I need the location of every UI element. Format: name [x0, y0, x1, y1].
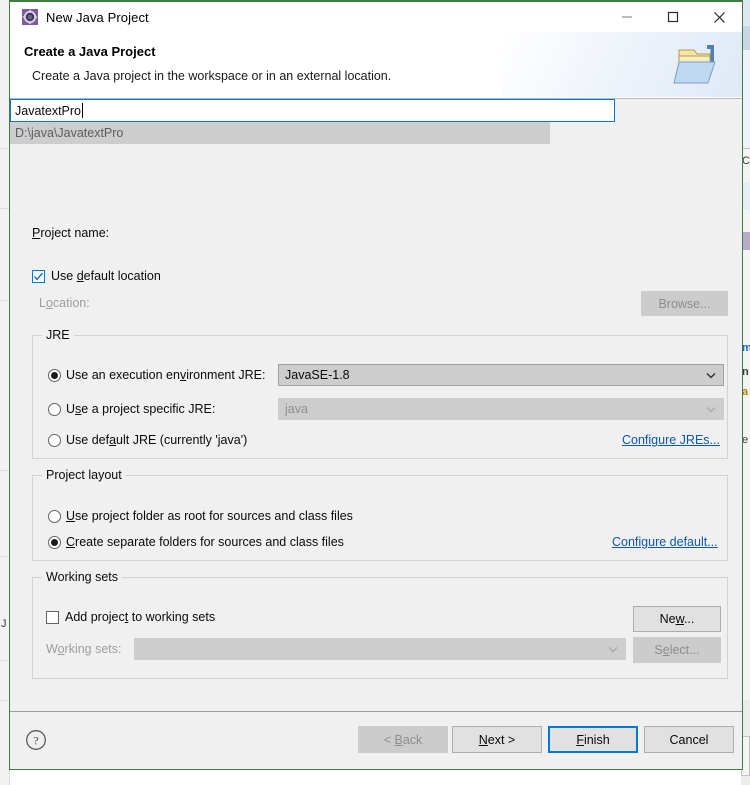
select-working-set-label: Select... — [654, 643, 700, 657]
page-title: Create a Java Project — [24, 44, 156, 59]
backdrop-text-fragment: n — [742, 366, 749, 378]
jre-project-specific-value: java — [285, 402, 308, 416]
dialog-titlebar[interactable]: New Java Project — [10, 2, 742, 32]
dialog-title: New Java Project — [46, 9, 149, 25]
jre-default-radio-row[interactable]: Use default JRE (currently 'java') — [48, 433, 247, 447]
backdrop-text-fragment: J — [1, 618, 7, 630]
backdrop-left-divider — [0, 470, 9, 471]
maximize-icon[interactable] — [650, 2, 696, 32]
layout-project-folder-radio[interactable] — [48, 509, 61, 523]
jre-default-label: Use default JRE (currently 'java') — [66, 433, 248, 447]
chevron-down-icon — [607, 643, 619, 655]
layout-separate-folders-label: Create separate folders for sources and … — [66, 535, 344, 549]
chevron-down-icon — [705, 369, 717, 381]
working-sets-label-text: Working sets: — [46, 642, 122, 656]
jre-execution-env-value: JavaSE-1.8 — [285, 368, 350, 382]
backdrop-text-fragment: C — [742, 155, 750, 167]
jre-project-specific-combo: java — [278, 398, 724, 420]
jre-execution-env-radio-row[interactable]: Use an execution environment JRE: — [48, 368, 265, 382]
working-sets-combo — [134, 638, 626, 660]
select-working-set-button: Select... — [633, 637, 721, 663]
location-label-text: Location: — [39, 296, 90, 310]
use-default-location-label: Use default location — [51, 269, 161, 283]
add-to-working-sets-row[interactable]: Add project to working sets — [46, 610, 215, 624]
close-icon[interactable] — [696, 2, 742, 32]
configure-jres-link[interactable]: Configure JREs... — [622, 433, 720, 447]
backdrop-left-divider — [0, 300, 9, 301]
browse-button-label: Browse... — [658, 296, 711, 311]
svg-text:?: ? — [33, 734, 38, 748]
location-input: D:\java\JavatextPro — [10, 122, 550, 144]
backdrop-left-divider — [0, 556, 9, 557]
java-project-wizard-icon — [22, 9, 38, 25]
minimize-icon[interactable] — [604, 2, 650, 32]
backdrop-left-divider — [0, 660, 9, 661]
browse-button: Browse... — [641, 291, 728, 316]
use-default-location-checkbox[interactable] — [32, 269, 45, 283]
new-java-project-dialog: New Java Project Create a Java Project C… — [9, 0, 743, 770]
jre-group-title: JRE — [42, 328, 74, 342]
backdrop-left-divider — [0, 700, 9, 701]
jre-execution-env-combo[interactable]: JavaSE-1.8 — [278, 364, 724, 386]
working-sets-group-title: Working sets — [42, 570, 123, 584]
add-to-working-sets-checkbox[interactable] — [46, 610, 59, 624]
layout-project-folder-label: Use project folder as root for sources a… — [66, 509, 353, 523]
next-button-label: Next > — [478, 732, 516, 747]
jre-project-specific-radio-row[interactable]: Use a project specific JRE: — [48, 402, 215, 416]
wizard-header: Create a Java Project Create a Java proj… — [10, 32, 742, 99]
jre-execution-env-label: Use an execution environment JRE: — [66, 368, 266, 382]
jre-project-specific-label: Use a project specific JRE: — [66, 402, 216, 416]
add-to-working-sets-label: Add project to working sets — [65, 610, 216, 624]
backdrop-left-divider — [0, 208, 9, 209]
configure-default-link[interactable]: Configure default... — [612, 535, 718, 549]
project-name-label-text: Project name: — [32, 226, 110, 240]
jre-execution-env-radio[interactable] — [48, 368, 61, 382]
jre-default-radio[interactable] — [48, 433, 61, 447]
jre-project-specific-radio[interactable] — [48, 402, 61, 416]
chevron-down-icon — [705, 403, 717, 415]
layout-project-folder-radio-row[interactable]: Use project folder as root for sources a… — [48, 509, 353, 523]
new-working-set-label: New... — [659, 612, 695, 626]
help-question-icon[interactable]: ? — [25, 729, 47, 751]
dialog-button-bar: ? < Back Next > Finish Cancel — [10, 711, 742, 769]
finish-button[interactable]: Finish — [548, 726, 638, 753]
back-button-label: < Back — [383, 732, 423, 747]
layout-separate-folders-radio[interactable] — [48, 535, 61, 549]
working-sets-group: Working sets — [32, 570, 728, 679]
layout-separate-folders-radio-row[interactable]: Create separate folders for sources and … — [48, 535, 344, 549]
use-default-location-row[interactable]: Use default location — [32, 269, 161, 283]
page-description: Create a Java project in the workspace o… — [32, 69, 392, 83]
back-button: < Back — [358, 726, 448, 753]
location-value: D:\java\JavatextPro — [15, 126, 124, 140]
java-folder-icon — [672, 40, 726, 90]
project-name-label: Project name: — [32, 226, 109, 240]
backdrop-left-divider — [0, 148, 9, 149]
backdrop-text-fragment: m — [742, 342, 750, 354]
text-caret — [82, 103, 84, 118]
next-button[interactable]: Next > — [452, 726, 542, 753]
working-sets-label: Working sets: — [46, 642, 122, 656]
cancel-button[interactable]: Cancel — [644, 726, 734, 753]
project-name-input[interactable]: JavatextPro — [10, 99, 615, 122]
wizard-content: Project name: JavatextPro Use default lo… — [10, 99, 742, 711]
cancel-button-label: Cancel — [669, 732, 709, 747]
location-label: Location: — [39, 296, 90, 310]
project-name-value: JavatextPro — [15, 103, 82, 118]
project-layout-group-title: Project layout — [42, 468, 126, 482]
new-working-set-button[interactable]: New... — [633, 606, 721, 632]
window-controls — [604, 2, 742, 32]
finish-button-label: Finish — [576, 732, 610, 747]
